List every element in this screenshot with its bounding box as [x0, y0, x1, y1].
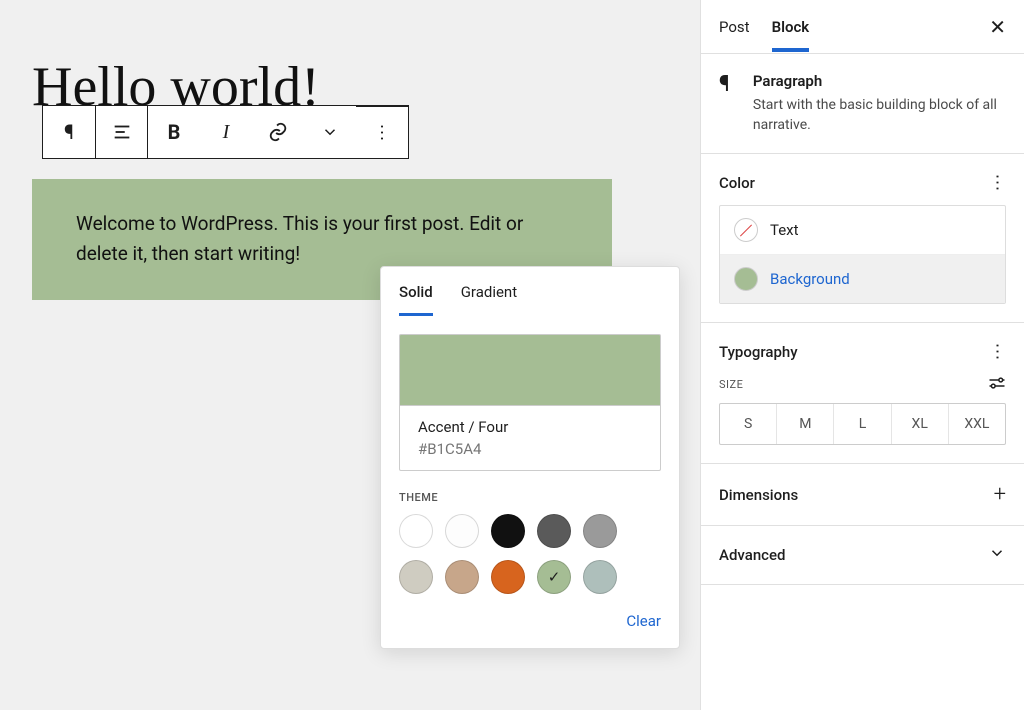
no-color-icon	[734, 218, 758, 242]
swatch-dark-gray[interactable]	[537, 514, 571, 548]
size-settings-icon[interactable]	[988, 376, 1006, 393]
swatch-sage[interactable]	[583, 560, 617, 594]
color-panel: Color ⋯ Text Background	[701, 154, 1024, 323]
swatch-gray[interactable]	[583, 514, 617, 548]
more-options-icon[interactable]: ⋯	[356, 106, 408, 158]
paragraph-icon: ¶	[719, 72, 739, 135]
italic-icon[interactable]: I	[200, 106, 252, 158]
chevron-down-icon[interactable]	[304, 106, 356, 158]
background-color-row[interactable]: Background	[720, 254, 1005, 303]
tab-solid[interactable]: Solid	[399, 283, 433, 316]
swatch-sand[interactable]	[445, 560, 479, 594]
color-popover: Solid Gradient Accent / Four #B1C5A4 THE…	[380, 266, 680, 649]
plus-icon: +	[994, 482, 1006, 507]
theme-label: THEME	[399, 491, 661, 504]
size-xl[interactable]: XL	[891, 404, 948, 444]
swatch-base[interactable]	[399, 514, 433, 548]
advanced-panel[interactable]: Advanced	[701, 526, 1024, 585]
swatch-accent-four[interactable]	[537, 560, 571, 594]
swatch-orange[interactable]	[491, 560, 525, 594]
block-summary: ¶ Paragraph Start with the basic buildin…	[701, 54, 1024, 154]
text-color-row[interactable]: Text	[720, 206, 1005, 254]
link-icon[interactable]	[252, 106, 304, 158]
typography-title: Typography	[719, 343, 798, 361]
typography-options-icon[interactable]: ⋯	[987, 343, 1008, 361]
dimensions-label: Dimensions	[719, 486, 798, 504]
typography-panel: Typography ⋯ SIZE SMLXLXXL	[701, 323, 1024, 464]
size-label: SIZE	[719, 378, 743, 391]
bold-icon[interactable]: B	[148, 106, 200, 158]
clear-button[interactable]: Clear	[626, 612, 661, 630]
tab-post[interactable]: Post	[719, 2, 750, 52]
color-panel-title: Color	[719, 174, 755, 192]
size-xxl[interactable]: XXL	[948, 404, 1005, 444]
background-swatch-icon	[734, 267, 758, 291]
color-preview[interactable]	[399, 334, 661, 406]
block-toolbar: ¶ B I ⋯	[42, 105, 409, 159]
color-info: Accent / Four #B1C5A4	[399, 406, 661, 471]
swatch-tan[interactable]	[399, 560, 433, 594]
swatch-black[interactable]	[491, 514, 525, 548]
size-s[interactable]: S	[720, 404, 776, 444]
text-color-label: Text	[770, 221, 799, 239]
close-icon[interactable]: ✕	[989, 15, 1006, 39]
align-icon[interactable]	[95, 106, 147, 158]
paragraph-icon[interactable]: ¶	[43, 106, 95, 158]
advanced-label: Advanced	[719, 546, 785, 564]
block-name: Paragraph	[753, 72, 1006, 90]
color-name: Accent / Four	[418, 418, 642, 436]
tab-block[interactable]: Block	[772, 2, 810, 52]
chevron-down-icon	[988, 544, 1006, 566]
size-presets: SMLXLXXL	[719, 403, 1006, 445]
editor-canvas: Hello world! ¶ B I ⋯ Welcome to WordPres…	[0, 0, 700, 710]
tab-gradient[interactable]: Gradient	[461, 283, 517, 316]
size-l[interactable]: L	[833, 404, 890, 444]
swatch-base-two[interactable]	[445, 514, 479, 548]
size-m[interactable]: M	[776, 404, 833, 444]
background-color-label: Background	[770, 270, 850, 288]
dimensions-panel[interactable]: Dimensions +	[701, 464, 1024, 526]
color-hex: #B1C5A4	[418, 440, 642, 458]
theme-swatches	[399, 514, 661, 594]
settings-sidebar: Post Block ✕ ¶ Paragraph Start with the …	[700, 0, 1024, 710]
block-desc: Start with the basic building block of a…	[753, 96, 1006, 135]
color-options-icon[interactable]: ⋯	[987, 174, 1008, 192]
